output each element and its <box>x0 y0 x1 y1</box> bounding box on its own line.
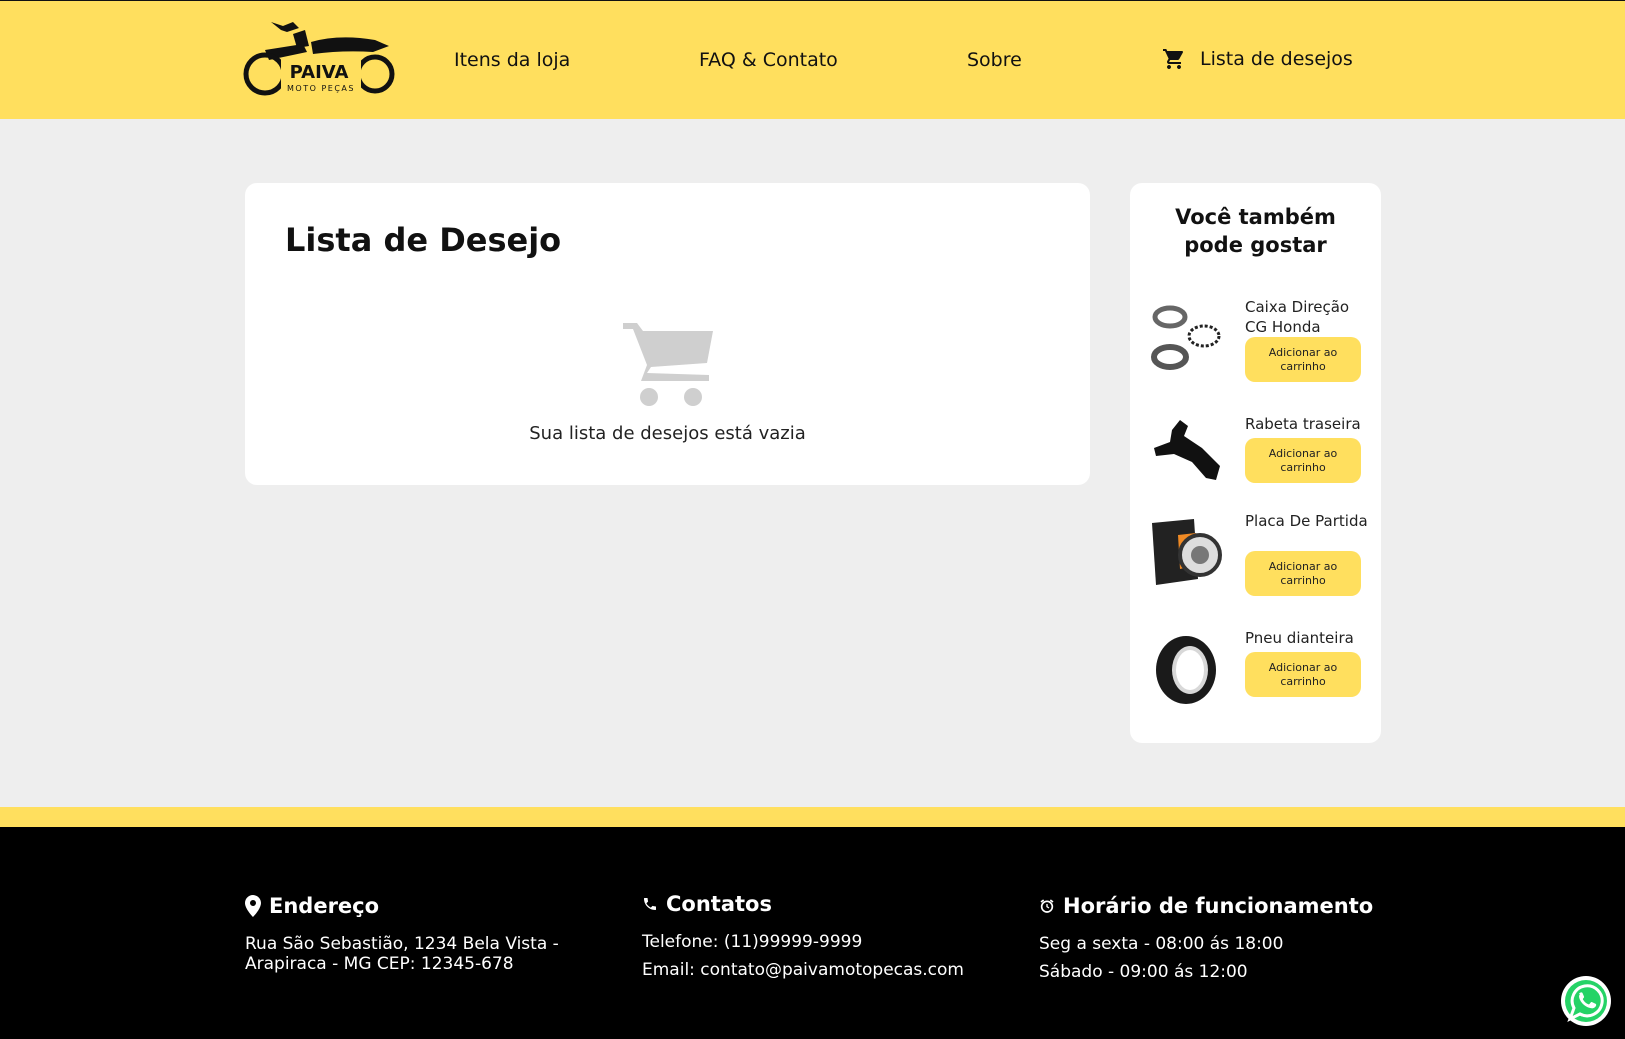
contact-phone[interactable]: Telefone: (11)99999-9999 <box>642 932 964 953</box>
nav-wishlist[interactable]: Lista de desejos <box>1162 47 1353 71</box>
empty-wishlist-message: Sua lista de desejos está vazia <box>529 423 806 444</box>
starter-plate-image[interactable] <box>1150 515 1224 589</box>
footer-hours: Horário de funcionamento Seg a sexta - 0… <box>1039 894 1373 990</box>
wishlist-card: Lista de Desejo Sua lista de desejos est… <box>245 183 1090 485</box>
steering-bearing-image[interactable] <box>1150 301 1224 375</box>
hours-weekdays: Seg a sexta - 08:00 ás 18:00 <box>1039 934 1284 954</box>
logo-subtext: MOTO PEÇAS <box>287 84 355 93</box>
nav-wishlist-label: Lista de desejos <box>1200 48 1353 70</box>
nav-store-items[interactable]: Itens da loja <box>454 49 570 71</box>
address-title: Endereço <box>269 894 380 918</box>
front-tire-image[interactable] <box>1150 632 1224 706</box>
product-name[interactable]: Caixa Direção CG Honda <box>1245 297 1370 337</box>
rear-fender-image[interactable] <box>1150 418 1224 492</box>
page-title: Lista de Desejo <box>285 221 562 259</box>
logo-text: PAIVA <box>290 62 349 83</box>
footer-address: Endereço Rua São Sebastião, 1234 Bela Vi… <box>245 894 585 981</box>
product-name[interactable]: Placa De Partida <box>1245 511 1370 531</box>
recommendations-card: Você também pode gostar Caixa Direção CG… <box>1130 183 1381 743</box>
nav-faq-contact[interactable]: FAQ & Contato <box>699 49 838 71</box>
paiva-logo[interactable]: PAIVA MOTO PEÇAS <box>243 20 397 96</box>
footer-accent-band <box>0 807 1625 827</box>
site-header: PAIVA MOTO PEÇAS Itens da loja FAQ & Con… <box>0 0 1625 119</box>
recommendations-title: Você também pode gostar <box>1175 205 1336 257</box>
footer-contacts: Contatos Telefone: (11)99999-9999 Email:… <box>642 892 964 988</box>
product-name[interactable]: Rabeta traseira <box>1245 414 1370 434</box>
whatsapp-icon[interactable] <box>1560 975 1612 1027</box>
add-to-cart-button[interactable]: Adicionar ao carrinho <box>1245 551 1361 596</box>
location-pin-icon <box>245 895 261 917</box>
hours-title: Horário de funcionamento <box>1063 894 1374 918</box>
add-to-cart-button[interactable]: Adicionar ao carrinho <box>1245 438 1361 483</box>
contact-email[interactable]: Email: contato@paivamotopecas.com <box>642 960 964 981</box>
empty-cart-icon <box>623 323 713 406</box>
add-to-cart-button[interactable]: Adicionar ao carrinho <box>1245 652 1361 697</box>
nav-about[interactable]: Sobre <box>967 49 1022 71</box>
alarm-clock-icon <box>1040 899 1054 913</box>
add-to-cart-button[interactable]: Adicionar ao carrinho <box>1245 337 1361 382</box>
phone-icon <box>644 898 656 910</box>
contacts-title: Contatos <box>666 892 772 916</box>
site-footer: Endereço Rua São Sebastião, 1234 Bela Vi… <box>0 827 1625 1039</box>
cart-icon <box>1163 49 1184 69</box>
product-name[interactable]: Pneu dianteira <box>1245 628 1370 648</box>
address-text: Rua São Sebastião, 1234 Bela Vista - Ara… <box>245 934 559 974</box>
hours-saturday: Sábado - 09:00 ás 12:00 <box>1039 962 1248 982</box>
